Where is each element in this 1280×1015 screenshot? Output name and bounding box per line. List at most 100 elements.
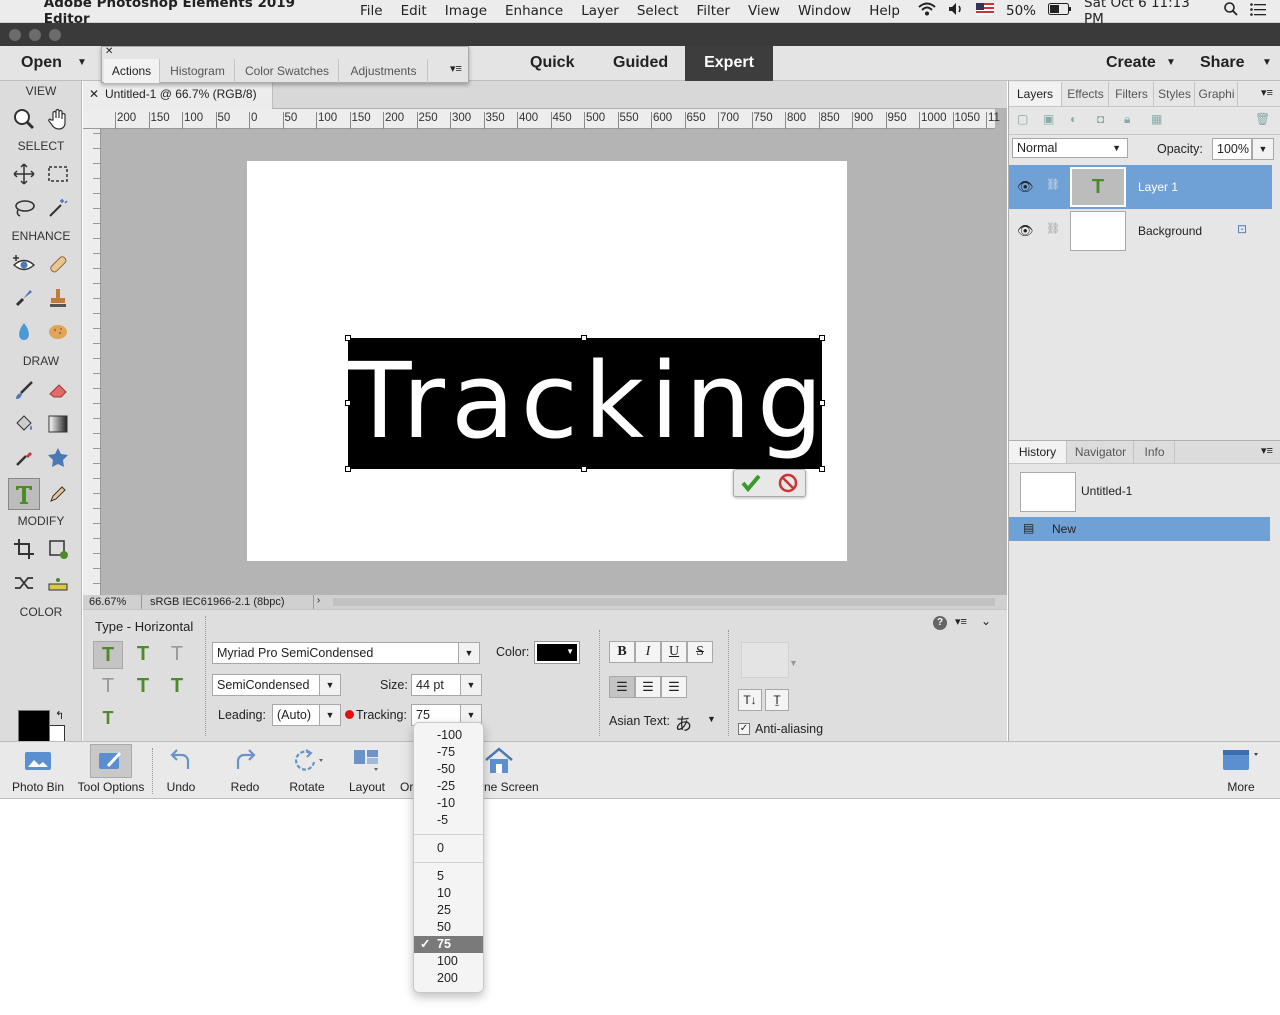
type-tool-icon[interactable] xyxy=(8,478,40,510)
battery-icon[interactable] xyxy=(1048,3,1072,19)
text-color-swatch[interactable]: ▼ xyxy=(534,641,580,664)
rotate-button[interactable]: Rotate xyxy=(284,742,330,800)
undo-button[interactable]: Undo xyxy=(158,742,204,800)
commit-checkmark-icon[interactable] xyxy=(740,472,762,497)
minimize-window-button[interactable] xyxy=(29,29,41,41)
tracking-option[interactable]: 25 xyxy=(414,902,483,919)
menu-select[interactable]: Select xyxy=(637,3,679,19)
close-tab-icon[interactable]: ✕ xyxy=(89,87,99,101)
new-layer-icon[interactable]: ▢ xyxy=(1017,112,1028,126)
layer-name[interactable]: Layer 1 xyxy=(1138,180,1178,194)
layer-mask-icon[interactable]: ◘ xyxy=(1097,112,1104,126)
tracking-option[interactable]: -25 xyxy=(414,778,483,795)
tab-adjustments[interactable]: Adjustments xyxy=(340,59,428,83)
layer-link-icon[interactable]: ⛓︎ xyxy=(1046,222,1060,235)
layer-name[interactable]: Background xyxy=(1138,224,1202,238)
swap-colors-icon[interactable]: ↰ xyxy=(55,709,64,722)
hand-tool-icon[interactable] xyxy=(44,105,72,133)
tab-color-swatches[interactable]: Color Swatches xyxy=(236,59,339,83)
history-snapshot-name[interactable]: Untitled-1 xyxy=(1081,484,1132,498)
blur-tool-icon[interactable] xyxy=(10,318,38,346)
smart-brush-tool-icon[interactable] xyxy=(10,284,38,312)
layer-lock-icon[interactable]: ⊡ xyxy=(1237,222,1247,236)
opacity-dropdown-icon[interactable]: ▼ xyxy=(1252,138,1274,160)
lasso-tool-icon[interactable] xyxy=(10,194,38,222)
align-center-icon[interactable]: ☰ xyxy=(635,676,661,698)
more-button[interactable]: More xyxy=(1214,742,1268,800)
menu-file[interactable]: File xyxy=(360,3,383,19)
zoom-tool-icon[interactable] xyxy=(10,105,38,133)
warp-text-icon[interactable]: Ṯ xyxy=(765,689,789,711)
document-tab[interactable]: ✕ Untitled-1 @ 66.7% (RGB/8) xyxy=(83,81,273,109)
tracking-option[interactable]: 5 xyxy=(414,868,483,885)
new-group-icon[interactable]: ▣ xyxy=(1043,112,1054,126)
close-panel-icon[interactable]: ✕ xyxy=(105,46,113,57)
share-dropdown-icon[interactable]: ▼ xyxy=(1262,46,1272,81)
bold-button[interactable]: B xyxy=(609,641,635,663)
spot-healing-tool-icon[interactable] xyxy=(44,250,72,278)
style-preset-swatch[interactable] xyxy=(741,642,789,678)
recompose-tool-icon[interactable] xyxy=(44,535,72,563)
mode-quick[interactable]: Quick xyxy=(530,46,574,81)
create-dropdown-icon[interactable]: ▼ xyxy=(1166,46,1176,81)
anti-aliasing-checkbox[interactable]: ✓ xyxy=(738,723,750,735)
collapse-chevron-icon[interactable]: ⌄ xyxy=(981,614,991,628)
open-dropdown-icon[interactable]: ▼ xyxy=(77,46,87,81)
panel-menu-icon[interactable]: ▾≡ xyxy=(1261,86,1273,99)
change-text-orientation-icon[interactable]: T↓ xyxy=(738,689,762,711)
menu-image[interactable]: Image xyxy=(445,3,487,19)
tab-actions[interactable]: Actions xyxy=(104,59,160,83)
zoom-window-button[interactable] xyxy=(49,29,61,41)
move-tool-icon[interactable] xyxy=(10,160,38,188)
tool-options-button[interactable]: Tool Options xyxy=(74,742,148,800)
redo-button[interactable]: Redo xyxy=(222,742,268,800)
sponge-tool-icon[interactable] xyxy=(44,318,72,346)
italic-button[interactable]: I xyxy=(635,641,661,663)
tracking-option[interactable]: ✓ 75 xyxy=(414,936,483,953)
open-button[interactable]: Open xyxy=(21,46,62,81)
tracking-option[interactable]: -75 xyxy=(414,744,483,761)
spotlight-icon[interactable] xyxy=(1224,2,1238,20)
home-screen-button[interactable]: ne Screen xyxy=(484,742,540,800)
transform-handle[interactable] xyxy=(819,400,825,406)
style-preset-dropdown-icon[interactable]: ▼ xyxy=(789,658,798,668)
transform-handle[interactable] xyxy=(345,335,351,341)
tab-histogram[interactable]: Histogram xyxy=(161,59,235,83)
tracking-option[interactable]: -5 xyxy=(414,812,483,829)
eyedropper-tool-icon[interactable] xyxy=(10,444,38,472)
menu-help[interactable]: Help xyxy=(869,3,900,19)
tab-filters[interactable]: Filters xyxy=(1110,82,1154,106)
leading-dropdown-icon[interactable]: ▼ xyxy=(319,704,341,726)
layer-row[interactable]: 👁︎ ⛓︎ T Layer 1 xyxy=(1009,165,1272,209)
layout-button[interactable]: Layout xyxy=(344,742,390,800)
straighten-tool-icon[interactable] xyxy=(44,569,72,597)
mode-expert[interactable]: Expert xyxy=(685,46,773,81)
options-menu-icon[interactable]: ▾≡ xyxy=(955,615,967,628)
help-icon[interactable]: ? xyxy=(933,616,947,630)
clone-stamp-tool-icon[interactable] xyxy=(44,284,72,312)
battery-percent[interactable]: 50% xyxy=(1006,3,1036,19)
panel-menu-icon[interactable]: ▾≡ xyxy=(1261,444,1273,457)
font-style-dropdown-icon[interactable]: ▼ xyxy=(319,674,341,696)
transform-handle[interactable] xyxy=(345,400,351,406)
tab-layers[interactable]: Layers xyxy=(1009,82,1062,106)
font-family-select[interactable]: Myriad Pro SemiCondensed xyxy=(212,642,459,664)
font-style-select[interactable]: SemiCondensed xyxy=(212,674,320,696)
blend-mode-select[interactable]: Normal ▼ xyxy=(1012,138,1128,158)
tab-styles[interactable]: Styles xyxy=(1155,82,1195,106)
transform-handle[interactable] xyxy=(819,335,825,341)
photo-bin-button[interactable]: Photo Bin xyxy=(6,742,70,800)
vertical-type-mask-icon[interactable]: T xyxy=(93,673,123,701)
close-window-button[interactable] xyxy=(9,29,21,41)
status-menu-arrow-icon[interactable]: › xyxy=(313,595,323,609)
opacity-input[interactable]: 100% xyxy=(1212,138,1252,160)
notification-center-icon[interactable] xyxy=(1250,2,1266,20)
menu-edit[interactable]: Edit xyxy=(401,3,427,19)
align-left-icon[interactable]: ☰ xyxy=(609,676,635,698)
transform-handle[interactable] xyxy=(581,335,587,341)
paint-bucket-tool-icon[interactable] xyxy=(10,410,38,438)
visibility-eye-icon[interactable]: 👁︎ xyxy=(1017,179,1034,195)
asian-text-dropdown-icon[interactable]: ▼ xyxy=(707,714,716,724)
vertical-type-icon[interactable]: T xyxy=(128,641,158,669)
tab-effects[interactable]: Effects xyxy=(1063,82,1109,106)
